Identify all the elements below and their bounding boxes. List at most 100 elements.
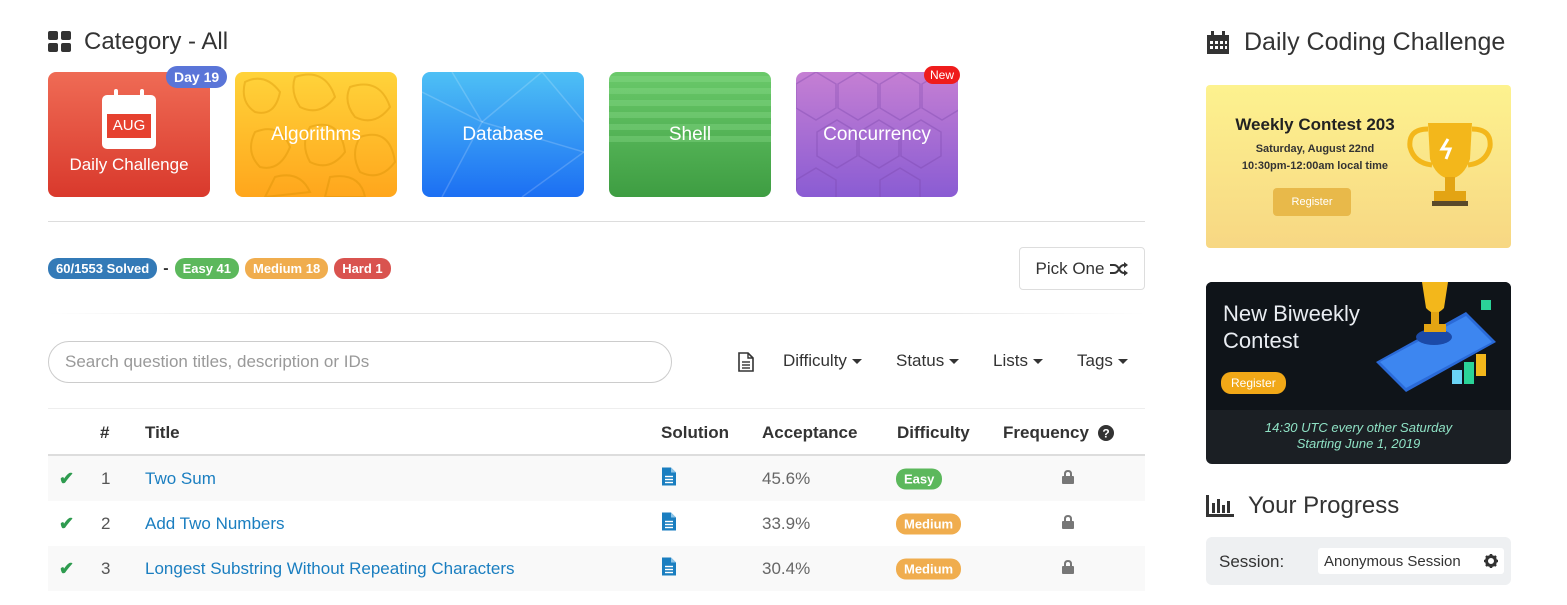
header-number[interactable]: # [100, 423, 109, 443]
card-label: Concurrency [823, 123, 931, 145]
contest-schedule: Saturday, August 22nd 10:30pm-12:00am lo… [1230, 141, 1400, 175]
header-acceptance[interactable]: Acceptance [762, 423, 857, 443]
daily-challenge-title: Daily Coding Challenge [1244, 28, 1506, 56]
header-frequency-label: Frequency [1003, 423, 1089, 442]
category-header: Category - All [48, 28, 228, 56]
problem-number: 2 [101, 513, 111, 533]
divider [48, 313, 1145, 314]
header-difficulty[interactable]: Difficulty [897, 423, 970, 443]
biweekly-title: New Biweekly Contest [1223, 301, 1360, 353]
solution-icon[interactable] [661, 512, 677, 535]
difficulty-badge: Medium [896, 558, 962, 579]
problem-number: 3 [101, 558, 111, 578]
contest-time: 10:30pm-12:00am local time [1241, 160, 1389, 172]
table-header: # Title Solution Acceptance Difficulty F… [48, 408, 1145, 456]
session-label: Session: [1219, 552, 1285, 571]
check-icon: ✔ [59, 468, 75, 488]
check-icon: ✔ [59, 558, 75, 578]
register-button[interactable]: Register [1273, 188, 1351, 216]
weekly-contest-card[interactable]: Weekly Contest 203 Saturday, August 22nd… [1206, 85, 1511, 248]
easy-count-badge: Easy 41 [174, 258, 239, 279]
caret-down-icon [1117, 358, 1128, 364]
calendar-icon [1207, 30, 1229, 54]
biweekly-schedule: 14:30 UTC every other Saturday Starting … [1206, 420, 1511, 452]
session-select[interactable]: Anonymous Session [1318, 548, 1504, 574]
check-icon: ✔ [59, 513, 75, 533]
card-shell[interactable]: Shell [609, 72, 771, 197]
new-badge: New [924, 66, 961, 84]
progress-header: Your Progress [1206, 492, 1399, 520]
caret-down-icon [949, 358, 960, 364]
phone-trophy-illustration [1376, 282, 1496, 392]
status-filter[interactable]: Status [896, 351, 960, 371]
day-badge: Day 19 [166, 66, 228, 88]
card-daily-challenge[interactable]: AUG Daily Challenge [48, 72, 210, 197]
trophy-icon [1407, 123, 1493, 206]
difficulty-badge: Medium [896, 513, 962, 534]
search-input[interactable] [48, 341, 672, 383]
card-label: Daily Challenge [69, 154, 189, 174]
header-solution[interactable]: Solution [661, 423, 729, 443]
problem-title-link[interactable]: Add Two Numbers [145, 514, 285, 534]
category-title: Category - All [84, 28, 229, 55]
biweekly-schedule-line: 14:30 UTC every other Saturday [1264, 420, 1453, 435]
question-circle-icon[interactable]: ? [1097, 425, 1114, 441]
biweekly-start-date: Starting June 1, 2019 [1296, 436, 1421, 451]
biweekly-register-button[interactable]: Register [1221, 372, 1286, 394]
pick-one-label: Pick One [1035, 258, 1105, 278]
biweekly-contest-card[interactable]: New Biweekly Contest Register 14:30 UTC … [1206, 282, 1511, 464]
problem-number: 1 [101, 468, 111, 488]
session-value: Anonymous Session [1324, 552, 1461, 570]
lists-filter[interactable]: Lists [993, 351, 1043, 371]
lock-icon [1062, 559, 1074, 579]
progress-title: Your Progress [1248, 492, 1400, 519]
calendar-icon: AUG [102, 88, 156, 149]
stats-separator: - [163, 259, 169, 277]
table-row: ✔ 1 Two Sum 45.6% Easy [48, 456, 1145, 501]
acceptance-rate: 45.6% [762, 468, 811, 488]
acceptance-rate: 33.9% [762, 513, 811, 533]
session-selector-box: Session: Anonymous Session [1206, 537, 1511, 585]
calendar-month: AUG [107, 113, 151, 138]
solved-count-badge: 60/1553 Solved [48, 258, 158, 279]
card-label: Shell [668, 123, 712, 145]
shuffle-icon [1110, 261, 1129, 276]
filter-label: Status [896, 351, 945, 370]
problem-title-link[interactable]: Two Sum [145, 469, 216, 489]
header-title[interactable]: Title [145, 423, 180, 443]
document-icon[interactable] [737, 352, 755, 372]
caret-down-icon [1032, 358, 1043, 364]
pick-one-button[interactable]: Pick One [1019, 247, 1145, 290]
medium-count-badge: Medium 18 [245, 258, 329, 279]
filter-label: Lists [993, 351, 1028, 370]
solution-icon[interactable] [661, 467, 677, 490]
table-row: ✔ 2 Add Two Numbers 33.9% Medium [48, 501, 1145, 546]
daily-challenge-header: Daily Coding Challenge [1206, 28, 1505, 57]
acceptance-rate: 30.4% [762, 558, 811, 578]
filter-label: Difficulty [783, 351, 847, 370]
lock-icon [1062, 469, 1074, 489]
card-label: Database [462, 123, 544, 145]
difficulty-filter[interactable]: Difficulty [783, 351, 862, 371]
difficulty-badge: Easy [896, 468, 943, 489]
tags-filter[interactable]: Tags [1077, 351, 1128, 371]
gear-icon[interactable] [1484, 554, 1498, 568]
card-database[interactable]: Database [422, 72, 584, 197]
table-row: ✔ 3 Longest Substring Without Repeating … [48, 546, 1145, 591]
header-frequency[interactable]: Frequency ? [1003, 423, 1114, 443]
problems-table: # Title Solution Acceptance Difficulty F… [48, 408, 1145, 591]
progress-stats: 60/1553 Solved - Easy 41 Medium 18 Hard … [48, 258, 391, 279]
card-label: Algorithms [271, 123, 361, 145]
divider [48, 221, 1145, 222]
solution-icon[interactable] [661, 557, 677, 580]
hard-count-badge: Hard 1 [334, 258, 391, 279]
lock-icon [1062, 514, 1074, 534]
contest-date: Saturday, August 22nd [1255, 143, 1375, 155]
problem-title-link[interactable]: Longest Substring Without Repeating Char… [145, 559, 514, 579]
bar-chart-icon [1206, 495, 1234, 517]
caret-down-icon [851, 358, 862, 364]
card-algorithms[interactable]: Algorithms [235, 72, 397, 197]
card-concurrency[interactable]: Concurrency [796, 72, 958, 197]
svg-text:?: ? [1102, 427, 1109, 441]
grid-icon [48, 31, 72, 53]
